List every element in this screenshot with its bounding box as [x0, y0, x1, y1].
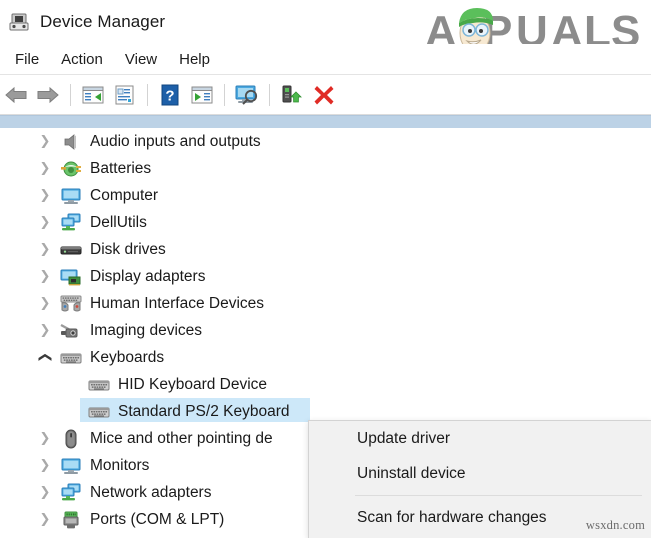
tree-row-label: Disk drives [90, 240, 166, 258]
tree-row-audio-inputs-and-outputs[interactable]: ❯ Audio inputs and outputs [0, 128, 651, 155]
tree-row-imaging-devices[interactable]: ❯ Imaging devices [0, 317, 651, 344]
toolbar-separator-1 [70, 83, 71, 106]
port-icon [60, 510, 82, 530]
context-menu-item-update-driver[interactable]: Update driver [309, 421, 651, 456]
properties-button[interactable] [110, 80, 140, 110]
monitor-icon [60, 456, 82, 476]
menu-item-action[interactable]: Action [52, 48, 112, 71]
disk-drive-icon [60, 240, 82, 260]
tree-row-display-adapters[interactable]: ❯ Display adapters [0, 263, 651, 290]
chevron-right-icon[interactable]: ❯ [36, 485, 54, 500]
menu-item-file[interactable]: File [6, 48, 48, 71]
forward-button[interactable] [33, 80, 63, 110]
chevron-right-icon[interactable]: ❯ [36, 269, 54, 284]
tree-row-dellutils[interactable]: ❯ DellUtils [0, 209, 651, 236]
device-manager-icon [8, 11, 30, 33]
toolbar-separator-4 [269, 83, 270, 106]
tree-row-disk-drives[interactable]: ❯ Disk drives [0, 236, 651, 263]
show-hide-console-tree-button[interactable] [78, 80, 108, 110]
update-driver-button[interactable] [277, 80, 307, 110]
chevron-right-icon[interactable]: ❯ [36, 242, 54, 257]
mouse-icon [60, 429, 82, 449]
tree-row-label: DellUtils [90, 213, 147, 231]
display-adapter-icon [60, 267, 82, 287]
tree-row-computer[interactable]: ❯ Computer [0, 182, 651, 209]
back-button[interactable] [1, 80, 31, 110]
tree-row-label: Ports (COM & LPT) [90, 510, 225, 528]
tree-row-label: Display adapters [90, 267, 206, 285]
chevron-right-icon[interactable]: ❯ [36, 188, 54, 203]
menu-bar: File Action View Help [0, 44, 651, 75]
keyboard-icon [88, 375, 110, 395]
chevron-down-icon[interactable]: ❮ [38, 349, 53, 367]
scan-for-hardware-changes-button[interactable] [232, 80, 262, 110]
chevron-right-icon[interactable]: ❯ [36, 134, 54, 149]
chevron-right-icon[interactable]: ❯ [36, 215, 54, 230]
tree-row-hid-keyboard-device[interactable]: ❯ HID Keyboard Device [0, 371, 651, 398]
chevron-right-icon[interactable]: ❯ [36, 512, 54, 527]
tree-row-label: Monitors [90, 456, 150, 474]
help-button[interactable]: ? [155, 80, 185, 110]
menu-item-view[interactable]: View [116, 48, 166, 71]
tree-row-label: Imaging devices [90, 321, 203, 339]
tree-row-label: Batteries [90, 159, 152, 177]
tree-row-label: Keyboards [90, 348, 165, 366]
chevron-placeholder-icon: ❯ [36, 377, 54, 392]
tree-row-batteries[interactable]: ❯ Batteries [0, 155, 651, 182]
context-menu-separator [355, 495, 642, 496]
menu-item-help[interactable]: Help [170, 48, 219, 71]
toolbar-separator-3 [224, 83, 225, 106]
network-stack-icon [60, 483, 82, 503]
battery-icon [60, 159, 82, 179]
network-stack-icon [60, 213, 82, 233]
tree-row-label: Network adapters [90, 483, 212, 501]
camera-icon [60, 321, 82, 341]
svg-text:?: ? [165, 87, 174, 104]
context-menu-item-uninstall-device[interactable]: Uninstall device [309, 456, 651, 491]
tree-row-label: Human Interface Devices [90, 294, 265, 312]
chevron-right-icon[interactable]: ❯ [36, 431, 54, 446]
chevron-right-icon[interactable]: ❯ [36, 323, 54, 338]
tree-row-label: Computer [90, 186, 159, 204]
chevron-right-icon[interactable]: ❯ [36, 458, 54, 473]
tree-row-label: Mice and other pointing de [90, 429, 273, 447]
tree-row-human-interface-devices[interactable]: ❯ Human Interface Devices [0, 290, 651, 317]
keyboard-icon [88, 402, 110, 422]
tree-row-keyboards[interactable]: ❮ Keyboards [0, 344, 651, 371]
chevron-right-icon[interactable]: ❯ [36, 161, 54, 176]
page-title: Device Manager [40, 12, 166, 31]
monitor-icon [60, 186, 82, 206]
hid-icon [60, 294, 82, 314]
watermark-text: wsxdn.com [585, 518, 645, 532]
speaker-icon [60, 132, 82, 152]
show-hide-action-pane-button[interactable] [187, 80, 217, 110]
toolbar: ? [0, 75, 651, 115]
tree-row-label: Standard PS/2 Keyboard [118, 402, 290, 420]
tree-row-label: HID Keyboard Device [118, 375, 268, 393]
toolbar-separator-2 [147, 83, 148, 106]
chevron-right-icon[interactable]: ❯ [36, 296, 54, 311]
uninstall-device-button[interactable] [309, 80, 339, 110]
chevron-placeholder-icon: ❯ [36, 404, 54, 419]
toolbar-divider-band [0, 115, 651, 129]
tree-row-label: Audio inputs and outputs [90, 132, 261, 150]
keyboard-icon [60, 348, 82, 368]
